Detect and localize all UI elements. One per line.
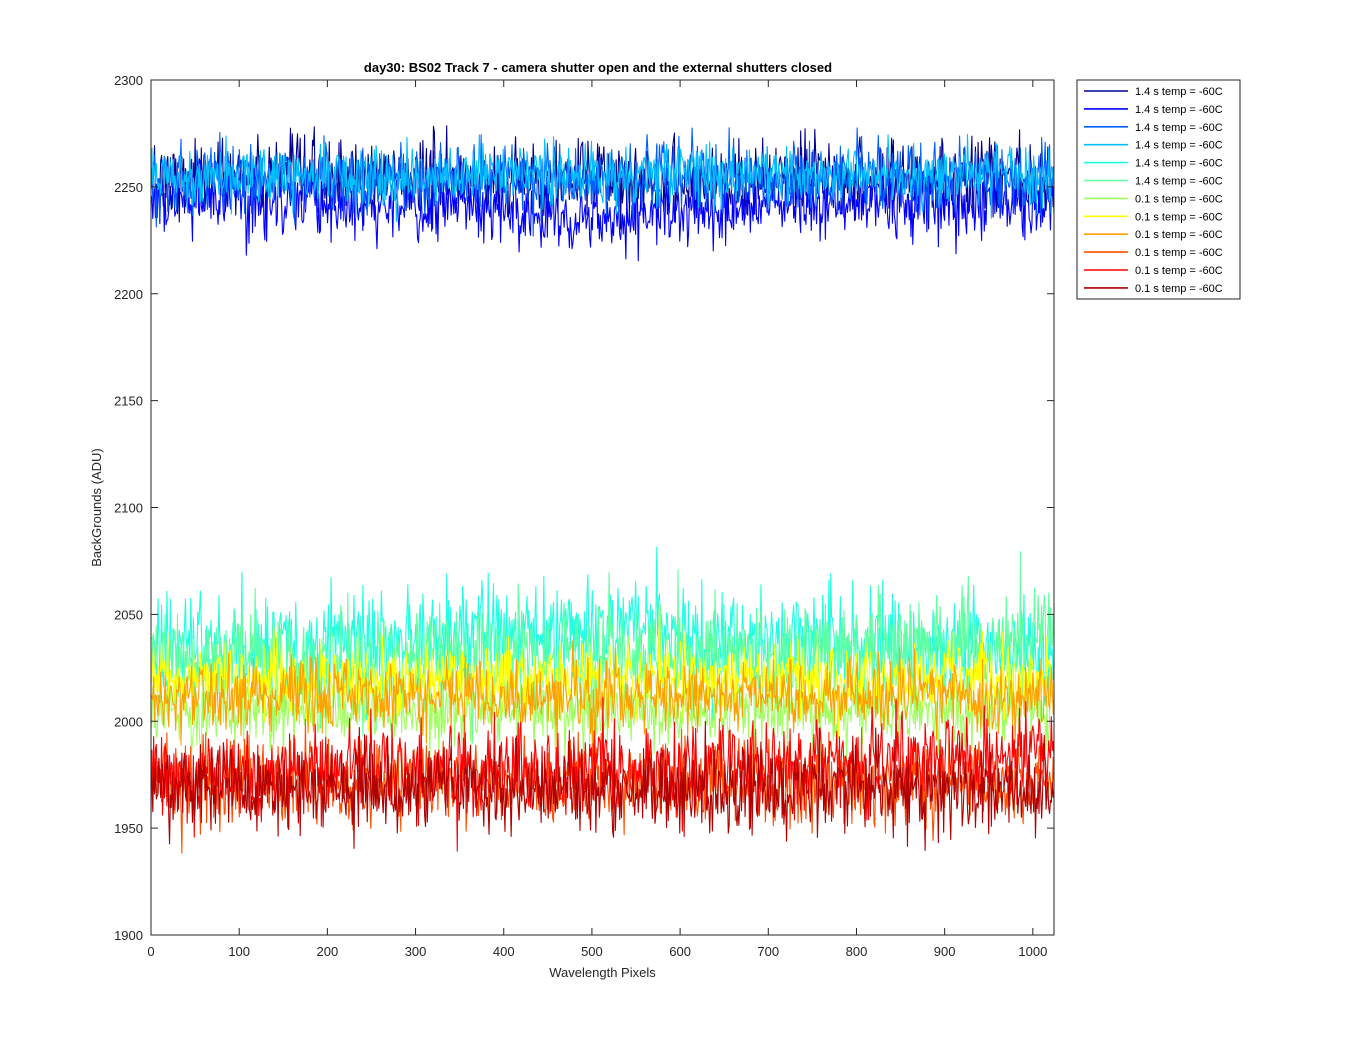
y-tick-label-6: 2200 [114, 287, 143, 302]
x-tick-label-2: 200 [317, 944, 339, 959]
x-tick-label-5: 500 [581, 944, 603, 959]
legend-label-6: 0.1 s temp = -60C [1135, 193, 1223, 205]
legend-label-11: 0.1 s temp = -60C [1135, 283, 1223, 295]
chart-title: day30: BS02 Track 7 - camera shutter ope… [364, 60, 832, 75]
legend-label-4: 1.4 s temp = -60C [1135, 158, 1223, 170]
line-chart: day30: BS02 Track 7 - camera shutter ope… [89, 60, 1241, 980]
legend-label-1: 1.4 s temp = -60C [1135, 104, 1223, 116]
y-tick-label-1: 1950 [114, 821, 143, 836]
legend-label-9: 0.1 s temp = -60C [1135, 247, 1223, 259]
legend-label-3: 1.4 s temp = -60C [1135, 140, 1223, 152]
y-tick-label-0: 1900 [114, 928, 143, 943]
y-tick-label-3: 2050 [114, 607, 143, 622]
x-tick-label-0: 0 [147, 944, 154, 959]
legend-label-8: 0.1 s temp = -60C [1135, 229, 1223, 241]
x-tick-label-3: 300 [405, 944, 427, 959]
x-tick-label-7: 700 [757, 944, 779, 959]
x-tick-label-10: 1000 [1018, 944, 1047, 959]
y-tick-label-4: 2100 [114, 501, 143, 516]
legend-label-2: 1.4 s temp = -60C [1135, 122, 1223, 134]
legend: 1.4 s temp = -60C 1.4 s temp = -60C 1.4 s … [1076, 79, 1241, 300]
x-tick-label-8: 800 [846, 944, 868, 959]
y-tick-label-8: 2300 [114, 73, 143, 88]
x-tick-label-9: 900 [934, 944, 956, 959]
x-tick-label-6: 600 [669, 944, 691, 959]
y-tick-label-7: 2250 [114, 180, 143, 195]
y-tick-label-5: 2150 [114, 394, 143, 409]
legend-label-7: 0.1 s temp = -60C [1135, 211, 1223, 223]
legend-label-0: 1.4 s temp = -60C [1135, 86, 1223, 98]
legend-label-5: 1.4 s temp = -60C [1135, 176, 1223, 188]
series-layer [150, 125, 1055, 854]
x-axis-title: Wavelength Pixels [549, 965, 656, 980]
legend-label-10: 0.1 s temp = -60C [1135, 265, 1223, 277]
y-tick-label-2: 2000 [114, 714, 143, 729]
x-tick-label-4: 400 [493, 944, 515, 959]
x-tick-label-1: 100 [228, 944, 250, 959]
y-axis-title: BackGrounds (ADU) [89, 448, 104, 566]
